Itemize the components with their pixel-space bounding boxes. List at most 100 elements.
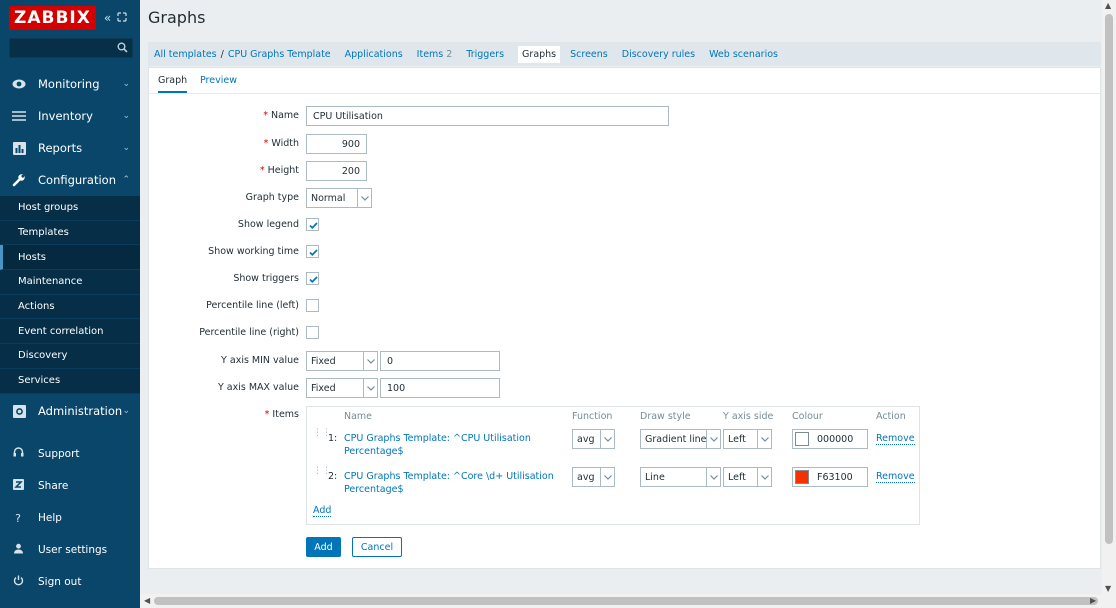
tab-screens[interactable]: Screens	[570, 49, 608, 60]
ymin-type-select[interactable]: Fixed	[306, 351, 378, 371]
scroll-right-icon[interactable]: ▶	[1090, 596, 1096, 605]
colour-swatch[interactable]	[795, 432, 809, 446]
show-triggers-label: Show triggers	[233, 273, 299, 284]
menu-reports[interactable]: Reports ⌄	[0, 132, 140, 164]
tab-items[interactable]: Items 2	[417, 49, 453, 60]
submenu-host-groups[interactable]: Host groups	[0, 196, 140, 221]
ymax-type-select[interactable]: Fixed	[306, 378, 378, 398]
add-button[interactable]: Add	[306, 537, 341, 557]
item-name-link-cont[interactable]: Percentage$	[344, 484, 404, 495]
y-axis-side-value: Left	[728, 471, 746, 483]
submenu-services[interactable]: Services	[0, 369, 140, 394]
scroll-left-icon[interactable]: ◀	[144, 596, 150, 605]
vertical-scrollbar[interactable]: ▲ ▼	[1102, 0, 1116, 596]
width-input[interactable]: 900	[306, 134, 367, 154]
chevron-down-icon: ⌄	[122, 111, 130, 121]
submenu-templates[interactable]: Templates	[0, 221, 140, 246]
item-index: 2:	[328, 471, 338, 482]
scroll-up-icon[interactable]: ▲	[1105, 1, 1111, 10]
collapse-sidebar-icon[interactable]: «	[104, 11, 111, 25]
scroll-down-icon[interactable]: ▼	[1105, 584, 1111, 593]
show-triggers-checkbox[interactable]	[306, 272, 319, 285]
function-value: avg	[577, 471, 595, 483]
menu-administration[interactable]: Administration ⌄	[0, 395, 140, 427]
header-draw-style: Draw style	[640, 411, 691, 422]
submenu-hosts[interactable]: Hosts	[0, 245, 140, 271]
ymin-value-input[interactable]: 0	[380, 351, 500, 371]
vertical-scroll-thumb[interactable]	[1105, 14, 1113, 544]
share-icon	[11, 479, 25, 493]
function-select[interactable]: avg	[572, 467, 615, 487]
menu-configuration[interactable]: Configuration ⌃	[0, 164, 140, 196]
kiosk-mode-icon[interactable]	[117, 11, 127, 25]
y-axis-side-select[interactable]: Left	[723, 467, 772, 487]
horizontal-scroll-thumb[interactable]	[154, 597, 1098, 605]
menu-help[interactable]: ? Help	[0, 502, 140, 534]
item-name-link-cont[interactable]: Percentage$	[344, 446, 404, 457]
tab-triggers[interactable]: Triggers	[466, 49, 504, 60]
tab-web-scenarios[interactable]: Web scenarios	[709, 49, 778, 60]
checkmark-icon	[309, 249, 318, 257]
chevron-down-icon	[357, 189, 371, 207]
breadcrumb-template[interactable]: CPU Graphs Template	[228, 49, 331, 60]
draw-style-select[interactable]: Line	[640, 467, 721, 487]
menu-support[interactable]: Support	[0, 438, 140, 470]
function-select[interactable]: avg	[572, 429, 615, 449]
menu-inventory-label: Inventory	[38, 109, 93, 123]
colour-swatch[interactable]	[795, 470, 809, 484]
item-name-link[interactable]: CPU Graphs Template: ^Core \d+ Utilisati…	[344, 471, 554, 482]
show-legend-checkbox[interactable]	[306, 218, 319, 231]
draw-style-select[interactable]: Gradient line	[640, 429, 721, 449]
graph-type-label: Graph type	[245, 192, 299, 203]
tab-graphs[interactable]: Graphs	[518, 45, 561, 63]
horizontal-scrollbar[interactable]: ◀ ▶	[140, 594, 1116, 608]
tab-discovery-rules[interactable]: Discovery rules	[622, 49, 695, 60]
submenu-actions[interactable]: Actions	[0, 295, 140, 320]
menu-support-label: Support	[38, 448, 80, 460]
percentile-left-checkbox[interactable]	[306, 299, 319, 312]
show-working-time-label: Show working time	[208, 246, 299, 257]
menu-share[interactable]: Share	[0, 470, 140, 502]
name-input[interactable]: CPU Utilisation	[306, 106, 669, 126]
y-axis-side-select[interactable]: Left	[723, 429, 772, 449]
menu-inventory[interactable]: Inventory ⌄	[0, 100, 140, 132]
menu-user-settings[interactable]: User settings	[0, 534, 140, 566]
sidebar: ZABBIX « Monitoring ⌄ Inventory ⌄ Report…	[0, 0, 140, 608]
submenu-maintenance[interactable]: Maintenance	[0, 270, 140, 295]
chevron-down-icon	[706, 468, 720, 486]
drag-handle-icon[interactable]: ⋮⋮	[313, 467, 331, 481]
chevron-down-icon: ⌄	[122, 143, 130, 153]
breadcrumb-all-templates[interactable]: All templates	[154, 49, 217, 60]
checkmark-icon	[309, 222, 318, 230]
headset-icon	[11, 447, 25, 461]
search-icon[interactable]	[117, 42, 128, 56]
function-value: avg	[577, 433, 595, 445]
menu-monitoring[interactable]: Monitoring ⌄	[0, 68, 140, 100]
tab-preview[interactable]: Preview	[200, 75, 237, 86]
menu-sign-out[interactable]: Sign out	[0, 566, 140, 598]
menu-reports-label: Reports	[38, 141, 83, 155]
sidebar-search-input[interactable]	[9, 38, 133, 58]
template-nav-strip: All templates / CPU Graphs Template Appl…	[148, 42, 1101, 66]
menu-share-label: Share	[38, 480, 69, 492]
ymax-value-input[interactable]: 100	[380, 378, 500, 398]
drag-handle-icon[interactable]: ⋮⋮	[313, 429, 331, 443]
cancel-button[interactable]: Cancel	[352, 537, 402, 557]
item-name-link[interactable]: CPU Graphs Template: ^CPU Utilisation	[344, 433, 531, 444]
percentile-right-checkbox[interactable]	[306, 326, 319, 339]
menu-help-label: Help	[38, 512, 62, 524]
header-function: Function	[572, 411, 613, 422]
show-working-time-checkbox[interactable]	[306, 245, 319, 258]
draw-style-value: Line	[645, 471, 665, 483]
graph-type-select[interactable]: Normal	[306, 188, 372, 208]
remove-item-link[interactable]: Remove	[876, 471, 915, 483]
chevron-down-icon	[600, 430, 614, 448]
add-item-link[interactable]: Add	[313, 505, 332, 517]
height-input[interactable]: 200	[306, 161, 367, 181]
tab-graph[interactable]: Graph	[158, 75, 188, 93]
remove-item-link[interactable]: Remove	[876, 433, 915, 445]
submenu-discovery[interactable]: Discovery	[0, 344, 140, 369]
tab-applications[interactable]: Applications	[345, 49, 403, 60]
zabbix-logo[interactable]: ZABBIX	[9, 6, 96, 30]
submenu-event-correlation[interactable]: Event correlation	[0, 319, 140, 345]
